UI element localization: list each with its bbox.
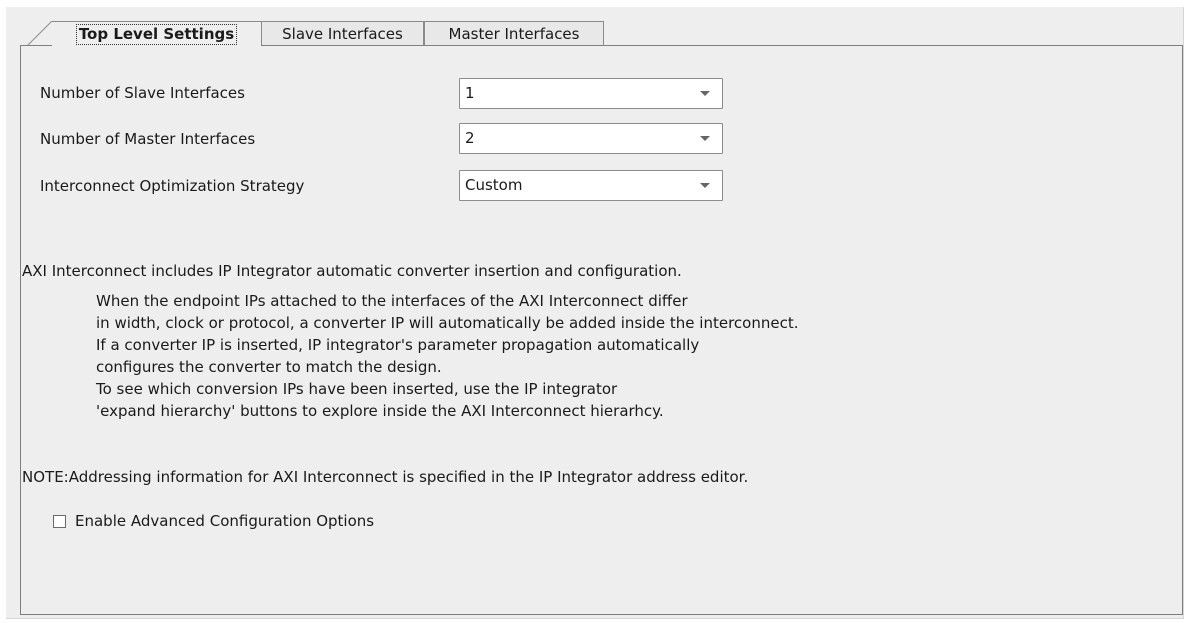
slave-interfaces-select[interactable]: 1 [459,78,723,109]
info-heading: AXI Interconnect includes IP Integrator … [22,262,682,280]
master-interfaces-select[interactable]: 2 [459,123,723,154]
info-line: To see which conversion IPs have been in… [96,380,618,398]
optimization-strategy-select[interactable]: Custom [459,170,723,201]
checkbox-icon[interactable] [53,515,66,528]
slave-interfaces-label: Number of Slave Interfaces [40,84,245,102]
select-value: 1 [465,84,475,102]
info-line: When the endpoint IPs attached to the in… [96,292,688,310]
chevron-down-icon [700,183,710,188]
panel-content: Number of Slave Interfaces 1 Number of M… [0,0,1186,623]
info-line: 'expand hierarchy' buttons to explore in… [96,402,664,420]
chevron-down-icon [700,136,710,141]
address-note: NOTE:Addressing information for AXI Inte… [22,468,749,486]
select-value: 2 [465,129,475,147]
info-line: If a converter IP is inserted, IP integr… [96,336,700,354]
chevron-down-icon [700,91,710,96]
optimization-strategy-label: Interconnect Optimization Strategy [40,177,305,195]
select-value: Custom [465,176,523,194]
info-line: configures the converter to match the de… [96,358,442,376]
master-interfaces-label: Number of Master Interfaces [40,130,256,148]
advanced-config-label[interactable]: Enable Advanced Configuration Options [75,512,374,530]
info-line: in width, clock or protocol, a converter… [96,314,799,332]
